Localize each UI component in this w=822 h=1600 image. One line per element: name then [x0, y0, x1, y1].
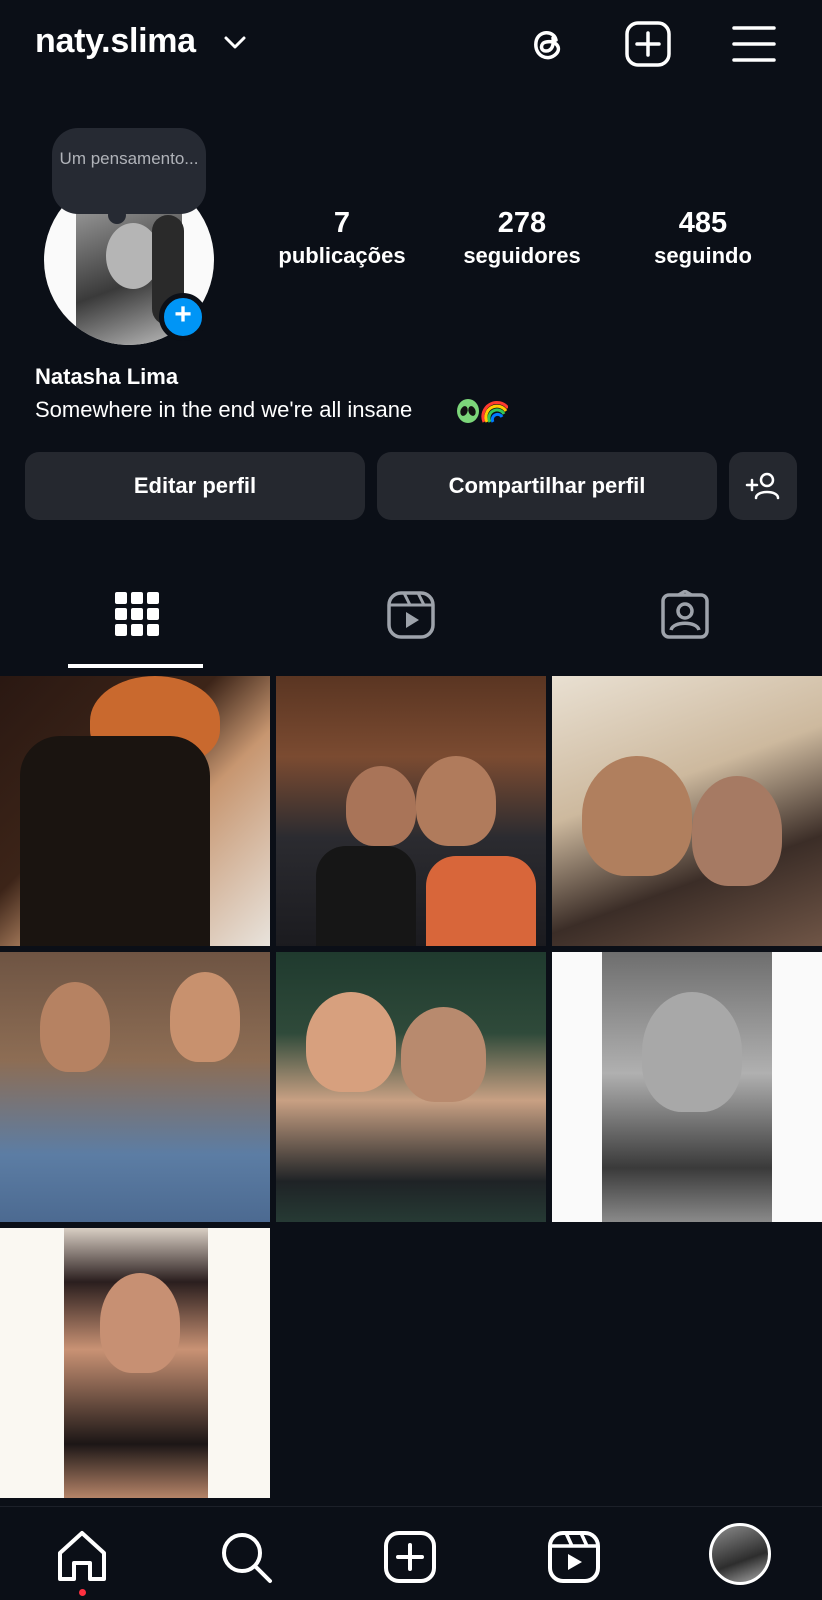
add-story-icon[interactable]: +	[159, 293, 207, 341]
reels-nav-icon[interactable]	[544, 1527, 604, 1587]
create-icon[interactable]	[380, 1527, 440, 1587]
threads-icon[interactable]	[520, 18, 572, 70]
tagged-icon	[661, 590, 709, 639]
profile-header: naty.slima	[0, 0, 822, 90]
alien-rainbow-emoji-icon	[457, 399, 508, 423]
active-tab-indicator	[68, 664, 203, 668]
grid-icon	[115, 592, 159, 636]
stat-posts[interactable]: 7 publicações	[257, 205, 427, 271]
discover-people-button[interactable]	[729, 452, 797, 520]
edit-profile-button[interactable]: Editar perfil	[25, 452, 365, 520]
stat-following[interactable]: 485 seguindo	[618, 205, 788, 271]
stat-followers[interactable]: 278 seguidores	[437, 205, 607, 271]
username-switcher[interactable]: naty.slima	[35, 22, 196, 61]
menu-icon[interactable]	[728, 18, 780, 70]
add-user-icon	[745, 472, 780, 500]
share-profile-button[interactable]: Compartilhar perfil	[377, 452, 717, 520]
new-post-icon[interactable]	[622, 18, 674, 70]
post-thumbnail[interactable]	[276, 952, 546, 1222]
tab-reels[interactable]	[274, 590, 548, 650]
profile-avatar-nav[interactable]	[709, 1523, 771, 1585]
stat-posts-count: 7	[333, 207, 351, 239]
post-thumbnail[interactable]	[276, 676, 546, 946]
bottom-navigation	[0, 1506, 822, 1600]
stat-posts-label: publicações	[278, 243, 406, 268]
reels-icon	[387, 591, 435, 639]
stat-followers-label: seguidores	[463, 243, 581, 268]
tab-posts-grid[interactable]	[0, 590, 274, 650]
note-bubble[interactable]: Um pensamento...	[52, 128, 206, 224]
tab-tagged[interactable]	[548, 590, 822, 650]
stat-following-count: 485	[678, 207, 728, 239]
post-thumbnail[interactable]	[0, 1228, 270, 1498]
post-thumbnail[interactable]	[552, 952, 822, 1222]
notification-dot	[79, 1589, 86, 1596]
post-thumbnail[interactable]	[552, 676, 822, 946]
bio-text: Somewhere in the end we're all insane	[35, 397, 413, 422]
stat-following-label: seguindo	[654, 243, 752, 268]
search-icon[interactable]	[216, 1527, 276, 1587]
chevron-down-icon[interactable]	[222, 32, 248, 52]
full-name: Natasha Lima	[35, 364, 179, 389]
stat-followers-count: 278	[497, 207, 547, 239]
post-thumbnail[interactable]	[0, 676, 270, 946]
post-thumbnail[interactable]	[0, 952, 270, 1222]
home-icon[interactable]	[52, 1527, 112, 1587]
